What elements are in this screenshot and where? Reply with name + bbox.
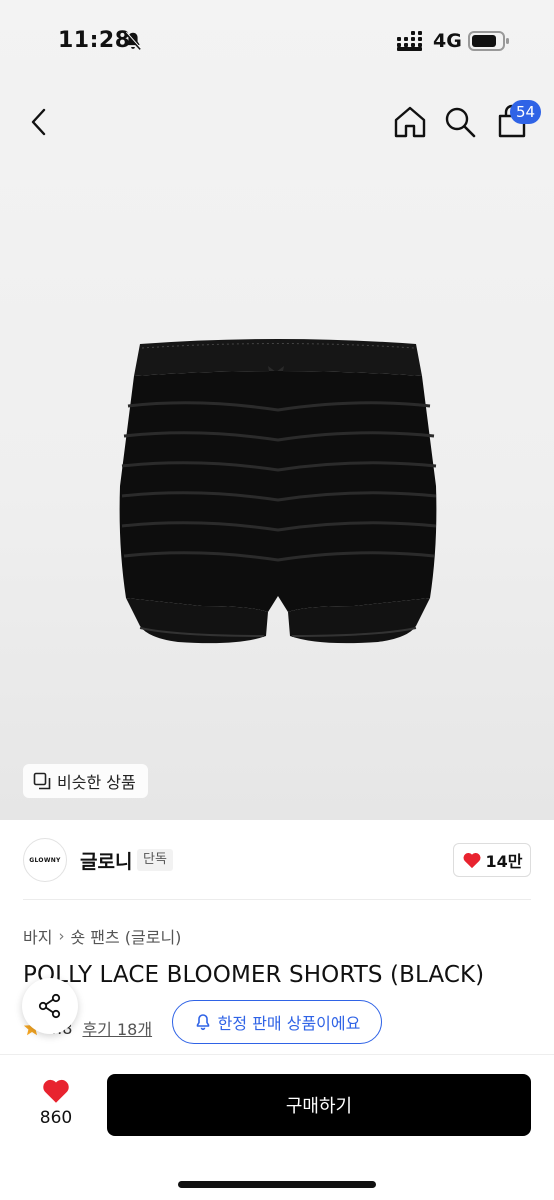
home-button[interactable] [392, 102, 428, 142]
brand-name[interactable]: 글로니 [80, 847, 132, 874]
copy-icon [33, 772, 51, 790]
breadcrumb-subcategory[interactable]: 숏 팬츠 (글로니) [70, 924, 181, 948]
brand-row: GLOWNY 글로니 단독 14만 [0, 830, 554, 896]
signal-icon [397, 31, 422, 51]
review-link[interactable]: 후기 18개 [82, 1016, 152, 1040]
brand-logo-text: GLOWNY [29, 856, 61, 864]
brand-like-button[interactable]: 14만 [453, 843, 531, 877]
breadcrumb-category[interactable]: 바지 [23, 924, 52, 948]
breadcrumb: 바지 › 숏 팬츠 (글로니) [23, 924, 181, 948]
search-button[interactable] [442, 102, 478, 142]
buy-button[interactable]: 구매하기 [107, 1074, 531, 1136]
home-indicator [178, 1181, 376, 1188]
battery-icon [468, 31, 509, 51]
back-button[interactable] [24, 102, 56, 142]
bell-slash-icon [124, 31, 142, 50]
exclusive-badge: 단독 [137, 849, 173, 871]
divider [23, 899, 531, 900]
status-bar: 11:28 4G [0, 0, 554, 84]
brand-logo[interactable]: GLOWNY [23, 838, 67, 882]
share-icon [38, 993, 61, 1019]
heart-icon [463, 852, 480, 869]
product-title: POLLY LACE BLOOMER SHORTS (BLACK) [23, 962, 485, 988]
like-button[interactable]: 860 [24, 1077, 88, 1133]
similar-products-label: 비슷한 상품 [57, 773, 136, 792]
limited-sale-notice[interactable]: 한정 판매 상품이에요 [172, 1000, 382, 1044]
bell-icon [196, 1014, 209, 1031]
cart-count-badge: 54 [510, 100, 542, 124]
navigation-bar [0, 94, 554, 150]
network-label: 4G [433, 30, 462, 52]
like-count: 860 [39, 1108, 73, 1128]
similar-products-button[interactable]: 비슷한 상품 [23, 764, 148, 798]
limited-sale-label: 한정 판매 상품이에요 [217, 1014, 361, 1033]
bottom-action-bar: 860 구매하기 [0, 1054, 554, 1200]
heart-icon [43, 1079, 69, 1103]
chevron-right-icon: › [58, 927, 65, 945]
product-image[interactable] [118, 336, 438, 648]
status-time: 11:28 [58, 28, 131, 53]
share-button[interactable] [22, 978, 78, 1034]
brand-like-count: 14만 [485, 852, 523, 871]
